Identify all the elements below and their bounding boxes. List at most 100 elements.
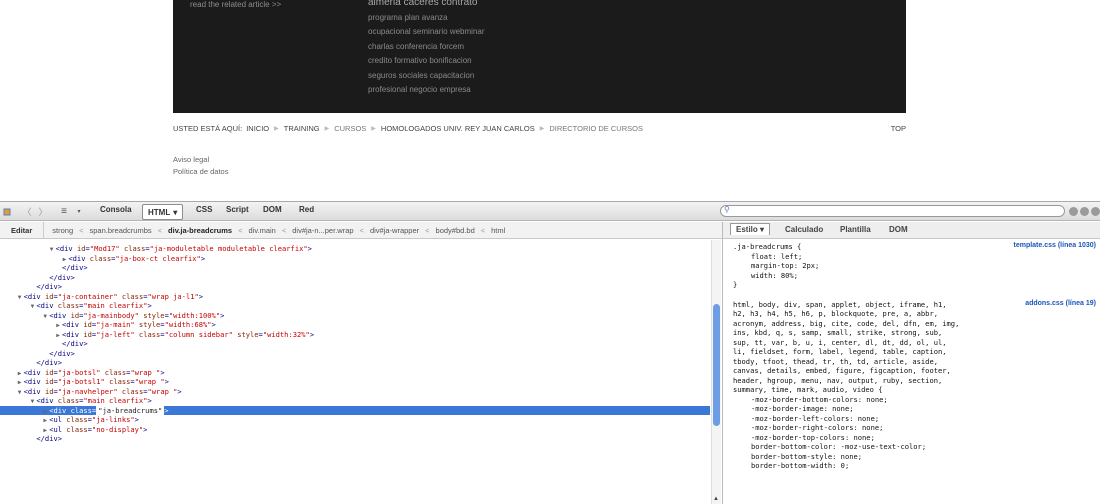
panel-divider[interactable] [722, 222, 723, 504]
tag-line[interactable]: programa plan avanza [368, 11, 568, 26]
tree-node[interactable]: ▶ <div id="ja-left" class="column sidebar… [0, 330, 710, 340]
path-segment[interactable]: div#ja-wrapper [370, 226, 419, 235]
css-declaration[interactable]: margin-top: 2px; [733, 261, 1100, 271]
breadcrumb-cursos[interactable]: CURSOS [334, 124, 366, 133]
path-segment[interactable]: strong [52, 226, 73, 235]
attr-value[interactable]: "ja-botsl" [58, 368, 101, 377]
tab-red[interactable]: Red [299, 205, 314, 214]
attr-value[interactable]: "ja-main" [96, 320, 134, 329]
css-declaration[interactable]: -moz-border-top-colors: none; [733, 433, 1100, 443]
attr-value[interactable]: "Mod17" [90, 244, 120, 253]
attr-value[interactable]: "width:100%" [169, 311, 220, 320]
tab-consola[interactable]: Consola [100, 205, 132, 214]
tree-node[interactable]: ▼ <div id="ja-navhelper" class="wrap "> [0, 387, 710, 397]
attr-value[interactable]: "ja-box-ct clearfix" [115, 254, 200, 263]
tag-line[interactable]: almeria caceres contrato [368, 0, 568, 11]
attr-value[interactable]: "ja-mainbody" [83, 311, 139, 320]
tag-line[interactable]: charlas conferencia forcem [368, 40, 568, 55]
menu-list-icon[interactable]: ≡ [58, 205, 70, 218]
attr-value[interactable]: "wrap " [135, 377, 165, 386]
attr-value[interactable]: "main clearfix" [83, 301, 147, 310]
tree-node[interactable]: ▼ <div id="ja-mainbody" style="width:100%… [0, 311, 710, 321]
attr-value[interactable]: "no-display" [92, 425, 143, 434]
breadcrumb-homologados[interactable]: HOMOLOGADOS UNIV. REY JUAN CARLOS [381, 124, 535, 133]
tree-node[interactable]: ▶ <div id="ja-botsl" class="wrap "> [0, 368, 710, 378]
tree-node[interactable]: </div> [0, 263, 710, 273]
detach-icon[interactable] [1080, 207, 1089, 216]
tab-css[interactable]: CSS [196, 205, 212, 214]
tree-scrollbar[interactable]: ▲ [711, 240, 721, 504]
path-segment[interactable]: span.breadcrumbs [90, 226, 152, 235]
tree-node[interactable]: ▼ <div class="main clearfix"> [0, 396, 710, 406]
breadcrumb-training[interactable]: TRAINING [284, 124, 320, 133]
css-declaration[interactable]: -moz-border-image: none; [733, 404, 1100, 414]
tab-html[interactable]: HTML ▾ [142, 204, 184, 220]
footer-politica-datos[interactable]: Política de datos [173, 166, 228, 178]
attr-value[interactable]: "width:32%" [263, 330, 310, 339]
path-segment-current[interactable]: div.ja-breadcrums [168, 226, 232, 235]
attr-value[interactable]: "ja-botsl1" [58, 377, 105, 386]
tag-line[interactable]: ocupacional seminario webminar [368, 25, 568, 40]
tab-dom[interactable]: DOM [263, 205, 282, 214]
tab-dom-side[interactable]: DOM [889, 225, 908, 234]
tree-node[interactable]: </div> [0, 339, 710, 349]
tree-node[interactable]: ▼ <div id="ja-container" class="wrap ja-l… [0, 292, 710, 302]
menu-dropdown-icon[interactable]: ▾ [75, 205, 83, 218]
rule-source-link[interactable]: addons.css (línea 19) [1025, 300, 1096, 307]
attr-value[interactable]: "ja-navhelper" [58, 387, 118, 396]
tag-line[interactable]: profesional negocio empresa [368, 83, 568, 98]
breadcrumb-inicio[interactable]: INICIO [246, 124, 269, 133]
attr-value[interactable]: "wrap " [130, 368, 160, 377]
footer-aviso-legal[interactable]: Aviso legal [173, 154, 228, 166]
tree-node[interactable]: </div> [0, 349, 710, 359]
tree-node[interactable]: ▶ <div class= "ja-breadcrums" > [0, 405, 710, 415]
tag-line[interactable]: seguros sociales capacitacion [368, 69, 568, 84]
attr-value[interactable]: "ja-links" [92, 415, 135, 424]
scroll-up-arrow-icon[interactable]: ▲ [713, 496, 719, 502]
css-declaration[interactable]: -moz-border-left-colors: none; [733, 414, 1100, 424]
tree-node[interactable]: </div> [0, 434, 710, 444]
tree-scrollbar-thumb[interactable] [713, 304, 720, 426]
read-article-link[interactable]: read the related article >> [190, 0, 281, 9]
css-declaration[interactable]: border-bottom-width: 0; [733, 461, 1100, 471]
tab-plantilla[interactable]: Plantilla [840, 225, 871, 234]
back-arrow-icon[interactable]: 〈 [22, 205, 32, 218]
css-declaration[interactable]: border-bottom-style: none; [733, 452, 1100, 462]
edit-button[interactable]: Editar [0, 221, 45, 239]
path-segment[interactable]: div.main [248, 226, 275, 235]
search-input[interactable]: ⚲ [720, 205, 1065, 217]
css-declaration[interactable]: border-bottom-color: -moz-use-text-color… [733, 442, 1100, 452]
path-segment[interactable]: div#ja-n...per.wrap [292, 226, 353, 235]
tag-line[interactable]: credito formativo bonificacion [368, 54, 568, 69]
tab-script[interactable]: Script [226, 205, 249, 214]
tree-node[interactable]: ▶ <div id="ja-botsl1" class="wrap "> [0, 377, 710, 387]
top-link[interactable]: TOP [891, 124, 906, 133]
tree-node[interactable]: </div> [0, 282, 710, 292]
attr-value[interactable]: "main clearfix" [83, 396, 147, 405]
css-declaration[interactable]: width: 80%; [733, 271, 1100, 281]
tree-node[interactable]: ▶ <ul class="ja-links"> [0, 415, 710, 425]
attr-value[interactable]: "width:68%" [165, 320, 212, 329]
path-segment[interactable]: body#bd.bd [436, 226, 475, 235]
tree-node[interactable]: ▶ <div id="ja-main" style="width:68%"> [0, 320, 710, 330]
tree-node[interactable]: ▼ <div class="main clearfix"> [0, 301, 710, 311]
path-segment[interactable]: html [491, 226, 505, 235]
tree-node[interactable]: ▶ <ul class="no-display"> [0, 425, 710, 435]
tree-node[interactable]: ▼ <div id="Mod17" class="ja-moduletable m… [0, 244, 710, 254]
css-declaration[interactable]: -moz-border-right-colors: none; [733, 423, 1100, 433]
tree-node[interactable]: </div> [0, 358, 710, 368]
tree-node[interactable]: </div> [0, 273, 710, 283]
tree-node[interactable]: ▶ <div class="ja-box-ct clearfix"> [0, 254, 710, 264]
rule-source-link[interactable]: template.css (línea 1030) [1014, 242, 1097, 249]
attr-value[interactable]: "wrap ja-l1" [148, 292, 199, 301]
attr-value[interactable]: "ja-moduletable moduletable clearfix" [150, 244, 308, 253]
attr-value[interactable]: "ja-container" [58, 292, 118, 301]
attr-value[interactable]: "column sidebar" [165, 330, 233, 339]
attr-value[interactable]: "wrap " [148, 387, 178, 396]
attr-value[interactable]: "ja-breadcrums" [96, 405, 165, 415]
tab-estilo[interactable]: Estilo ▾ [730, 223, 771, 235]
css-declaration[interactable]: -moz-border-bottom-colors: none; [733, 395, 1100, 405]
firebug-bug-icon[interactable] [2, 205, 12, 218]
minimize-icon[interactable] [1069, 207, 1078, 216]
forward-arrow-icon[interactable]: 〉 [38, 205, 48, 218]
